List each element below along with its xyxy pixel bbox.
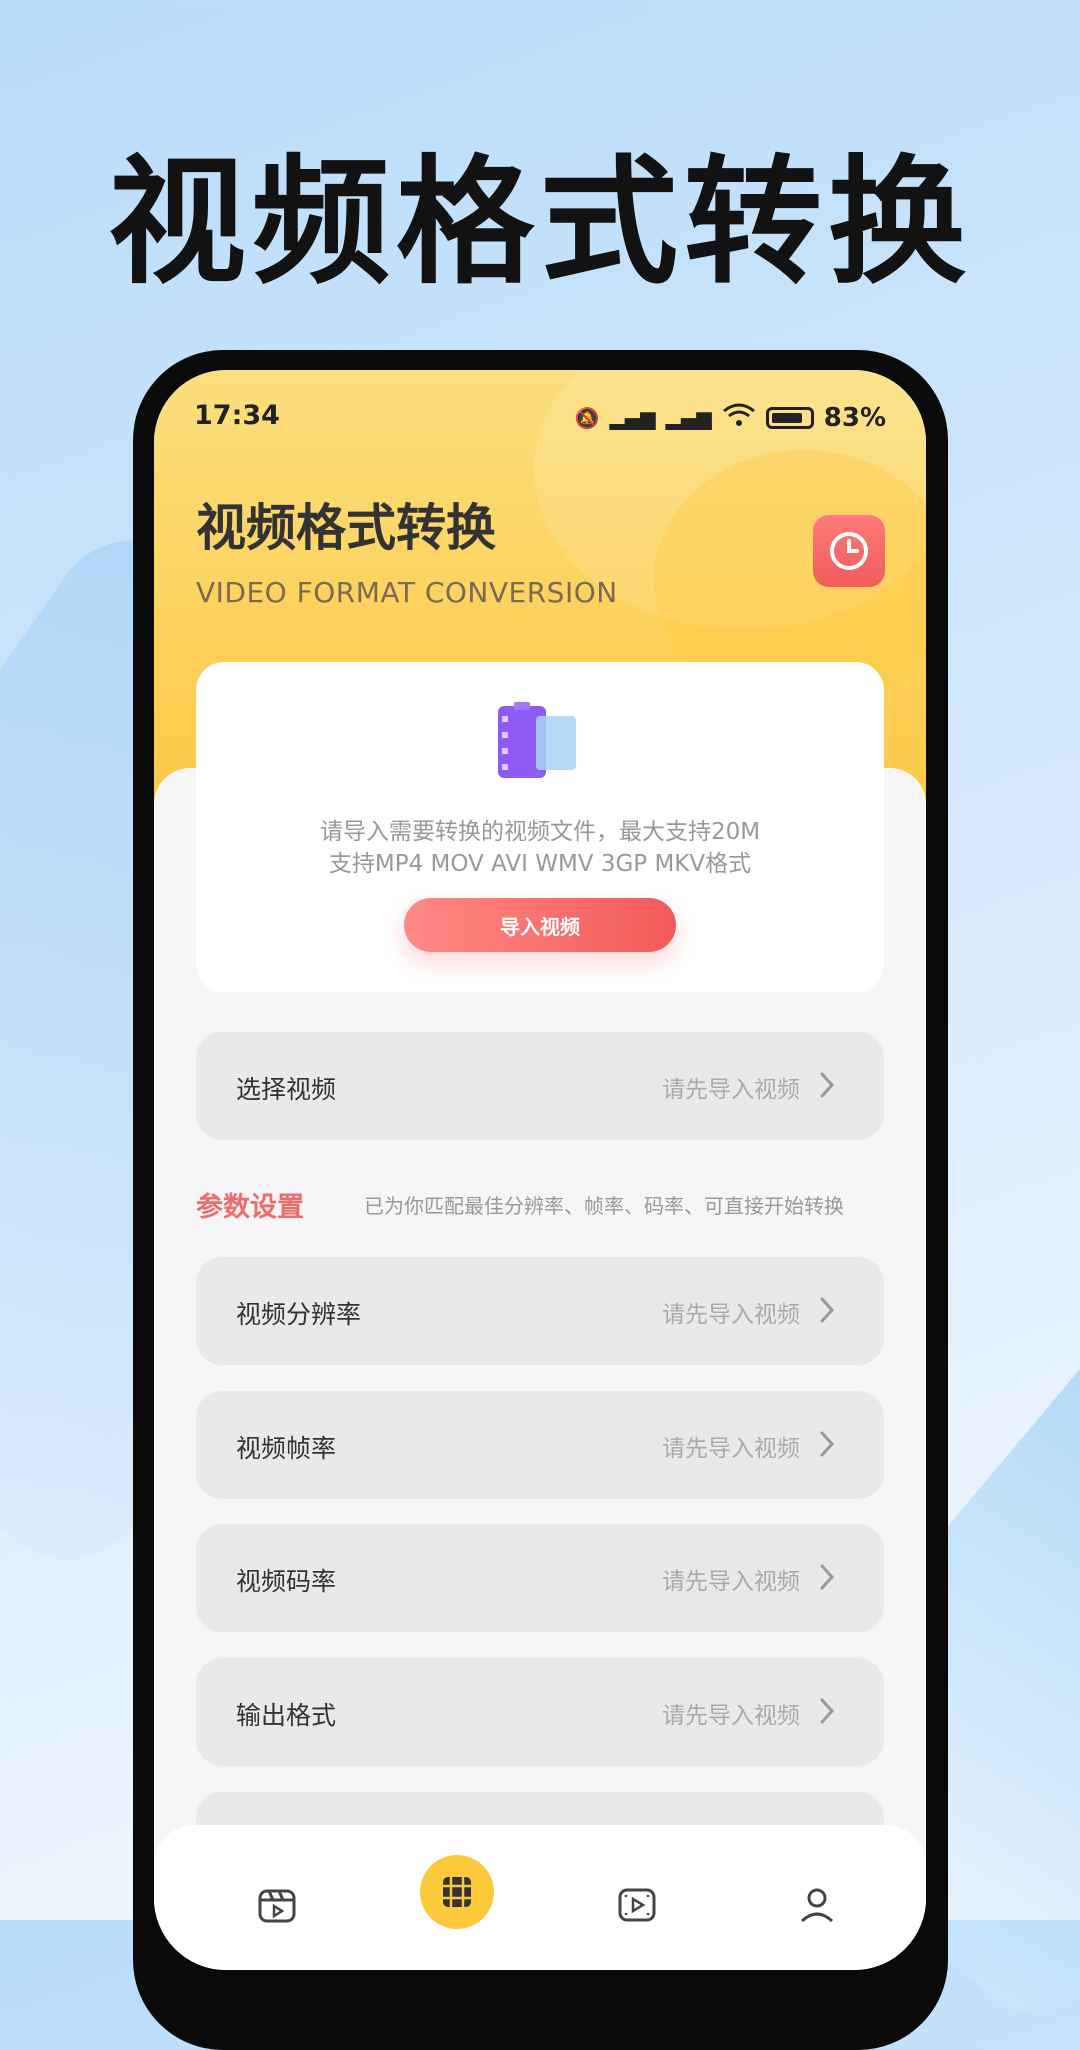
mute-icon: 🔕 — [574, 405, 600, 430]
resolution-row[interactable]: 视频分辨率 请先导入视频 — [196, 1257, 884, 1365]
chevron-right-icon — [820, 1431, 835, 1457]
row-label: 视频帧率 — [236, 1434, 337, 1463]
wifi-icon — [722, 402, 756, 433]
row-label: 输出格式 — [236, 1701, 337, 1730]
chevron-right-icon — [820, 1564, 835, 1590]
row-label: 视频码率 — [236, 1567, 337, 1596]
format-hint: 支持MP4 MOV AVI WMV 3GP MKV格式 — [328, 851, 752, 877]
section-note: 已为你匹配最佳分辨率、帧率、码率、可直接开始转换 — [364, 1194, 844, 1218]
row-value: 请先导入视频 — [662, 1077, 800, 1103]
section-title: 参数设置 — [196, 1192, 304, 1223]
film-grid-icon — [443, 1877, 471, 1907]
frame-rate-row[interactable]: 视频帧率 请先导入视频 — [196, 1391, 884, 1499]
output-format-row[interactable]: 输出格式 请先导入视频 — [196, 1658, 884, 1766]
video-play-icon — [618, 1888, 656, 1922]
clock-icon — [830, 532, 868, 570]
import-card: 请导入需要转换的视频文件，最大支持20M 支持MP4 MOV AVI WMV 3… — [196, 662, 884, 992]
chevron-right-icon — [820, 1072, 835, 1098]
row-value: 请先导入视频 — [662, 1703, 800, 1729]
signal-icon: ▂▄▆ — [609, 405, 656, 430]
user-icon — [800, 1888, 834, 1923]
import-video-button[interactable]: 导入视频 — [404, 898, 676, 952]
battery-percent: 83% — [823, 402, 886, 433]
battery-icon — [765, 406, 814, 429]
bottom-tab-bar — [154, 1825, 926, 1970]
status-time: 17:34 — [194, 400, 280, 431]
select-video-row[interactable]: 选择视频 请先导入视频 — [196, 1032, 884, 1140]
page-subtitle: VIDEO FORMAT CONVERSION — [196, 576, 618, 609]
tab-convert[interactable] — [420, 1855, 494, 1929]
clapperboard-icon — [258, 1889, 296, 1923]
tab-home[interactable] — [242, 1870, 312, 1940]
chevron-right-icon — [820, 1698, 835, 1724]
page-title: 视频格式转换 — [196, 499, 496, 557]
row-value: 请先导入视频 — [662, 1436, 800, 1462]
tab-profile[interactable] — [782, 1870, 852, 1940]
row-label: 选择视频 — [236, 1075, 337, 1104]
status-icons: 🔕 ▂▄▆ ▂▄▆ 83% — [575, 402, 886, 433]
bitrate-row[interactable]: 视频码率 请先导入视频 — [196, 1524, 884, 1632]
promo-title: 视频格式转换 — [107, 142, 972, 303]
film-icon — [498, 702, 576, 778]
row-value: 请先导入视频 — [662, 1302, 800, 1328]
phone-screen: 17:34 🔕 ▂▄▆ ▂▄▆ 83% 视频格式转换 VIDEO FORMAT … — [154, 370, 926, 1970]
tab-video[interactable] — [602, 1870, 672, 1940]
row-label: 视频分辨率 — [236, 1300, 362, 1329]
import-hint: 请导入需要转换的视频文件，最大支持20M — [319, 819, 761, 845]
chevron-right-icon — [820, 1297, 835, 1323]
row-value: 请先导入视频 — [662, 1569, 800, 1595]
signal-icon: ▂▄▆ — [665, 405, 712, 430]
history-button[interactable] — [813, 515, 885, 587]
